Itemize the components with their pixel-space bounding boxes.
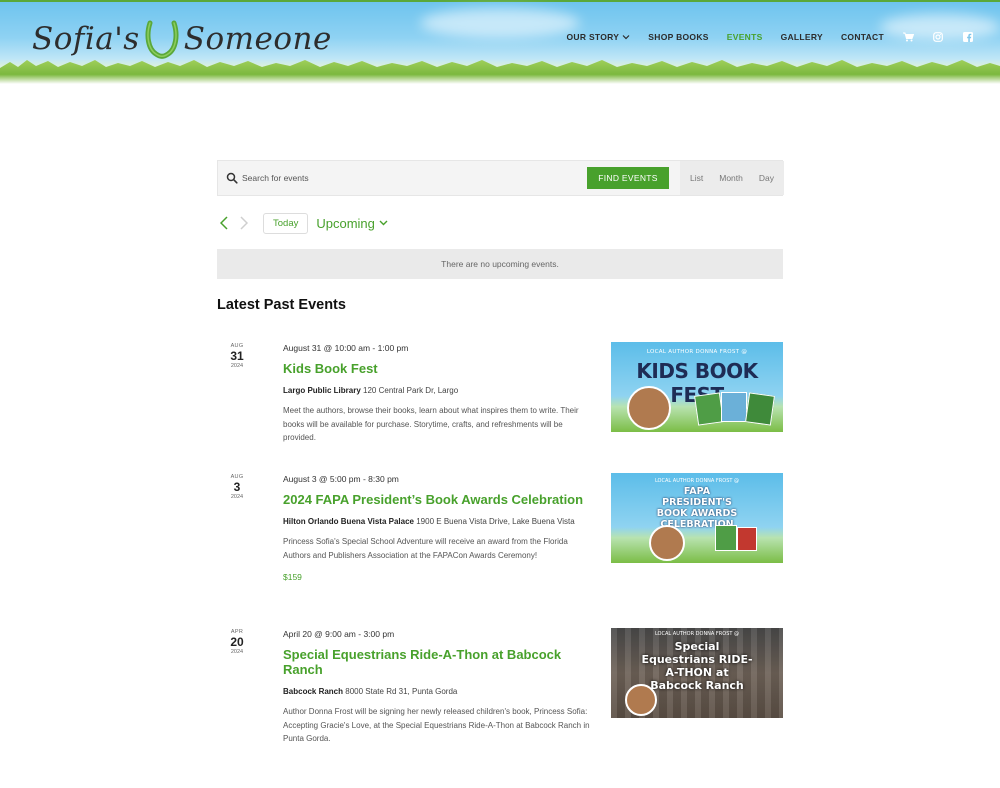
event-date-tag: AUG 3 2024 xyxy=(217,474,257,500)
book-cover xyxy=(721,392,747,422)
chevron-down-icon xyxy=(622,35,630,40)
image-kicker: LOCAL AUTHOR DONNA FROST @ xyxy=(654,478,740,484)
venue-address: 1900 E Buena Vista Drive, Lake Buena Vis… xyxy=(416,517,575,526)
no-events-notice: There are no upcoming events. xyxy=(217,249,783,279)
event-year: 2024 xyxy=(230,494,244,500)
view-selector: List Month Day xyxy=(680,161,784,195)
author-photo xyxy=(649,525,685,561)
book-cover xyxy=(715,525,737,551)
event-time: August 3 @ 5:00 pm - 8:30 pm xyxy=(283,474,399,484)
nav-events[interactable]: EVENTS xyxy=(727,32,763,42)
event-description: Author Donna Frost will be signing her n… xyxy=(283,707,590,743)
event-title-link[interactable]: Kids Book Fest xyxy=(283,361,593,376)
author-photo xyxy=(625,684,657,716)
section-title: Latest Past Events xyxy=(217,297,346,313)
nav-label: SHOP BOOKS xyxy=(648,32,709,42)
venue-address: 120 Central Park Dr, Largo xyxy=(363,386,459,395)
event-cost: $159 xyxy=(283,572,302,582)
event-title-link[interactable]: 2024 FAPA President’s Book Awards Celebr… xyxy=(283,492,593,507)
event-year: 2024 xyxy=(230,649,244,655)
logo-text-right: Someone xyxy=(183,21,332,57)
view-month[interactable]: Month xyxy=(719,173,743,183)
event-day: 3 xyxy=(233,480,241,494)
event-description: Princess Sofia's Special School Adventur… xyxy=(283,537,568,560)
nav-gallery[interactable]: GALLERY xyxy=(781,32,823,42)
event-search-bar: FIND EVENTS List Month Day xyxy=(217,160,784,196)
cart-icon[interactable] xyxy=(902,31,914,43)
next-arrow-icon[interactable] xyxy=(237,214,251,232)
event-body: August 3 @ 5:00 pm - 8:30 pm 2024 FAPA P… xyxy=(283,474,593,582)
horseshoe-icon xyxy=(145,20,179,59)
event-time: April 20 @ 9:00 am - 3:00 pm xyxy=(283,629,395,639)
image-kicker: LOCAL AUTHOR DONNA FROST @ xyxy=(646,349,748,355)
book-cover xyxy=(745,392,775,426)
event-year: 2024 xyxy=(230,363,244,369)
nav-contact[interactable]: CONTACT xyxy=(841,32,884,42)
venue-name: Largo Public Library xyxy=(283,386,361,395)
logo-text-left: Sofia's xyxy=(32,21,140,57)
chevron-down-icon xyxy=(379,220,388,226)
view-list[interactable]: List xyxy=(690,173,703,183)
header-top-line xyxy=(0,0,1000,2)
nav-label: GALLERY xyxy=(780,32,823,42)
event-title-link[interactable]: Special Equestrians Ride-A-Thon at Babco… xyxy=(283,647,593,677)
event-date-tag: AUG 31 2024 xyxy=(217,343,257,369)
find-events-button[interactable]: FIND EVENTS xyxy=(587,167,669,189)
event-body: April 20 @ 9:00 am - 3:00 pm Special Equ… xyxy=(283,629,593,746)
event-description: Meet the authors, browse their books, le… xyxy=(283,406,579,442)
nav-shop-books[interactable]: SHOP BOOKS xyxy=(648,32,708,42)
site-logo[interactable]: Sofia's Someone xyxy=(32,16,332,62)
main-nav: OUR STORY SHOP BOOKS EVENTS GALLERY CONT… xyxy=(549,31,974,43)
nav-label: EVENTS xyxy=(726,32,763,42)
author-photo xyxy=(627,386,671,430)
book-cover xyxy=(694,392,724,426)
event-time: August 31 @ 10:00 am - 1:00 pm xyxy=(283,343,409,353)
venue-address: 8000 State Rd 31, Punta Gorda xyxy=(345,687,458,696)
image-title: FAPA PRESIDENT'S BOOK AWARDS CELEBRATION xyxy=(656,486,738,530)
event-day: 31 xyxy=(230,349,244,363)
nav-label: CONTACT xyxy=(840,32,884,42)
date-range-selector[interactable]: Upcoming xyxy=(316,216,388,231)
event-venue: Largo Public Library 120 Central Park Dr… xyxy=(283,386,593,395)
event-image-ride-a-thon[interactable]: LOCAL AUTHOR DONNA FROST @ Special Eques… xyxy=(611,628,783,718)
event-image-fapa-awards[interactable]: LOCAL AUTHOR DONNA FROST @ FAPA PRESIDEN… xyxy=(611,473,783,563)
event-venue: Babcock Ranch 8000 State Rd 31, Punta Go… xyxy=(283,687,593,696)
previous-arrow-icon[interactable] xyxy=(217,214,231,232)
event-body: August 31 @ 10:00 am - 1:00 pm Kids Book… xyxy=(283,343,593,445)
image-title: Special Equestrians RIDE-A-THON at Babco… xyxy=(641,640,753,692)
venue-name: Hilton Orlando Buena Vista Palace xyxy=(283,517,414,526)
site-header: Sofia's Someone OUR STORY SHOP BOOKS EVE… xyxy=(0,0,1000,84)
event-day: 20 xyxy=(230,635,244,649)
today-button[interactable]: Today xyxy=(263,212,309,234)
venue-name: Babcock Ranch xyxy=(283,687,344,696)
event-image-kids-book-fest[interactable]: LOCAL AUTHOR DONNA FROST @ KIDS BOOK FES… xyxy=(611,342,783,432)
event-date-tag: APR 20 2024 xyxy=(217,629,257,655)
search-icon xyxy=(226,172,238,184)
date-navigation: Today Upcoming xyxy=(217,212,388,234)
image-kicker: LOCAL AUTHOR DONNA FROST @ xyxy=(654,631,740,637)
instagram-icon[interactable] xyxy=(932,31,944,43)
nav-our-story[interactable]: OUR STORY xyxy=(567,32,631,42)
event-venue: Hilton Orlando Buena Vista Palace 1900 E… xyxy=(283,517,593,526)
view-day[interactable]: Day xyxy=(759,173,774,183)
date-range-label: Upcoming xyxy=(316,215,375,231)
nav-label: OUR STORY xyxy=(566,32,620,42)
search-input[interactable] xyxy=(242,167,572,189)
facebook-icon[interactable] xyxy=(962,31,974,43)
fapa-logo xyxy=(737,527,757,551)
